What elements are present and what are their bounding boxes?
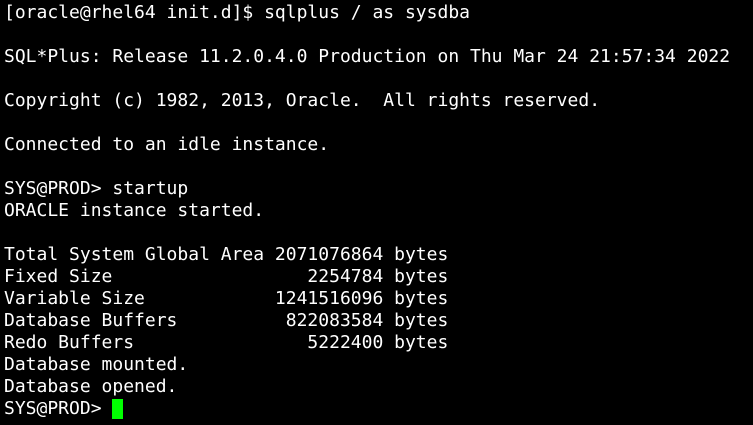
- terminal-line: ORACLE instance started.: [4, 200, 265, 221]
- terminal-line: Connected to an idle instance.: [4, 134, 330, 155]
- terminal-line: SQL*Plus: Release 11.2.0.4.0 Production …: [4, 46, 731, 67]
- terminal-line: Database opened.: [4, 376, 178, 397]
- terminal-line: SYS@PROD> startup: [4, 178, 189, 199]
- terminal-cursor: [112, 399, 124, 419]
- terminal-line: Fixed Size 2254784 bytes: [4, 266, 449, 287]
- terminal-line: Variable Size 1241516096 bytes: [4, 288, 449, 309]
- terminal-output: [oracle@rhel64 init.d]$ sqlplus / as sys…: [4, 2, 753, 420]
- terminal-line: Database mounted.: [4, 354, 189, 375]
- terminal-line: Total System Global Area 2071076864 byte…: [4, 244, 449, 265]
- terminal-line: [oracle@rhel64 init.d]$ sqlplus / as sys…: [4, 2, 470, 23]
- prompt-text: SYS@PROD>: [4, 398, 113, 419]
- prompt-line[interactable]: SYS@PROD>: [4, 398, 753, 420]
- terminal-window[interactable]: [oracle@rhel64 init.d]$ sqlplus / as sys…: [0, 0, 753, 425]
- terminal-line: Redo Buffers 5222400 bytes: [4, 332, 449, 353]
- terminal-line: Copyright (c) 1982, 2013, Oracle. All ri…: [4, 90, 601, 111]
- terminal-line: Database Buffers 822083584 bytes: [4, 310, 449, 331]
